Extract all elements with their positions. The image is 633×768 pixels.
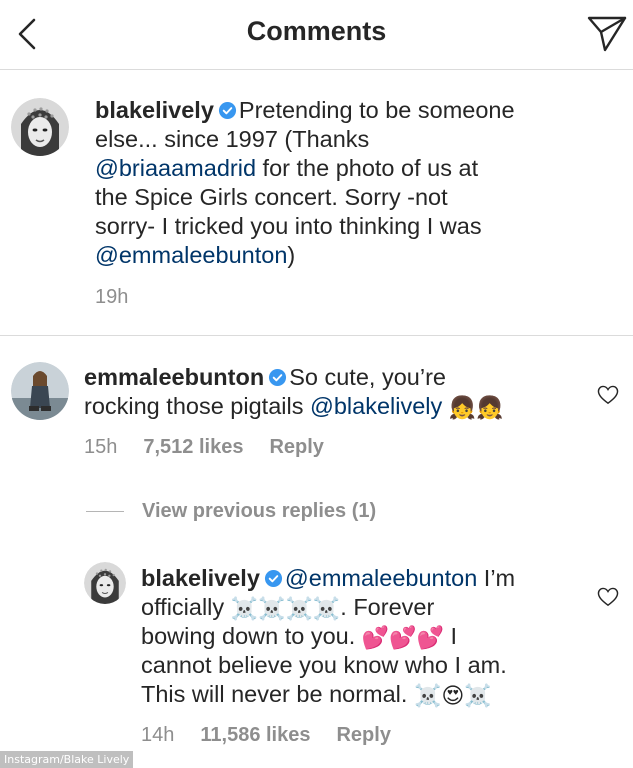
view-previous-replies[interactable]: View previous replies (1): [86, 500, 376, 523]
reply-timestamp: 14h: [141, 724, 175, 746]
reply-line-3: bowing down to you.: [141, 623, 362, 649]
reply-username[interactable]: blakelively: [141, 565, 260, 591]
verified-badge-icon: [218, 101, 236, 120]
comment-likes[interactable]: 7,512 likes: [143, 436, 243, 458]
verified-badge-icon: [269, 368, 287, 387]
reply-button[interactable]: Reply: [336, 724, 390, 746]
reply-line-1: I’m: [477, 565, 516, 591]
comment-timestamp: 15h: [84, 436, 118, 458]
caption-line-4: the Spice Girls concert. Sorry -not: [95, 184, 448, 210]
mention-link[interactable]: @briaaamadrid: [95, 155, 256, 181]
reply-line-2b: . Forever: [340, 594, 435, 620]
comment-username[interactable]: emmaleebunton: [84, 364, 264, 390]
reply-line-2a: officially: [141, 594, 231, 620]
comments-header: Comments: [0, 0, 633, 70]
caption-line-2: else... since 1997 (Thanks: [95, 126, 370, 152]
comment-line-1: So cute, you’re: [289, 364, 446, 390]
mention-link[interactable]: @emmaleebunton: [285, 565, 477, 591]
two-hearts-emoji-icon: 💕💕💕: [361, 625, 444, 650]
reply-text: blakelively @emmaleebunton I’m officially…: [141, 564, 515, 709]
caption-line-5: sorry- I tricked you into thinking I was: [95, 213, 482, 239]
comment-meta: 15h 7,512 likes Reply: [84, 436, 350, 459]
view-previous-label: View previous replies (1): [142, 500, 377, 522]
skull-emoji-icon: ☠️☠️☠️☠️: [230, 596, 341, 621]
reply-meta: 14h 11,586 likes Reply: [141, 724, 417, 747]
caption-timestamp: 19h: [95, 286, 129, 308]
girl-emoji-icon: 👧👧: [448, 395, 504, 420]
skull-heart-eyes-emoji-icon: ☠️😍☠️: [413, 683, 492, 708]
reply-line-3b: I: [443, 623, 458, 649]
avatar[interactable]: [11, 362, 69, 420]
caption-username[interactable]: blakelively: [95, 97, 214, 123]
caption-line-3: for the photo of us at: [256, 155, 479, 181]
reply-button[interactable]: Reply: [269, 436, 323, 458]
reply-likes[interactable]: 11,586 likes: [200, 724, 310, 746]
caption-line-6: ): [287, 242, 296, 268]
like-heart-icon[interactable]: [597, 587, 619, 607]
avatar[interactable]: [11, 98, 69, 156]
reply-line-5: This will never be normal.: [141, 681, 414, 707]
comment-line-2: rocking those pigtails: [84, 393, 310, 419]
photo-credit: Instagram/Blake Lively: [0, 751, 134, 768]
verified-badge-icon: [264, 569, 282, 588]
avatar[interactable]: [84, 562, 126, 604]
caption-text: blakelively Pretending to be someone else…: [95, 96, 515, 270]
caption-line-1: Pretending to be someone: [238, 97, 515, 123]
divider-line: [86, 511, 124, 513]
mention-link[interactable]: @emmaleebunton: [95, 242, 287, 268]
direct-send-icon[interactable]: [585, 10, 629, 54]
like-heart-icon[interactable]: [597, 385, 619, 405]
caption-meta: 19h: [95, 286, 154, 309]
reply-line-4: cannot believe you know who I am.: [141, 652, 507, 678]
page-title: Comments: [246, 16, 387, 46]
mention-link[interactable]: @blakelively: [310, 393, 442, 419]
comment-text: emmaleebunton So cute, you’re rocking tho…: [84, 363, 504, 421]
